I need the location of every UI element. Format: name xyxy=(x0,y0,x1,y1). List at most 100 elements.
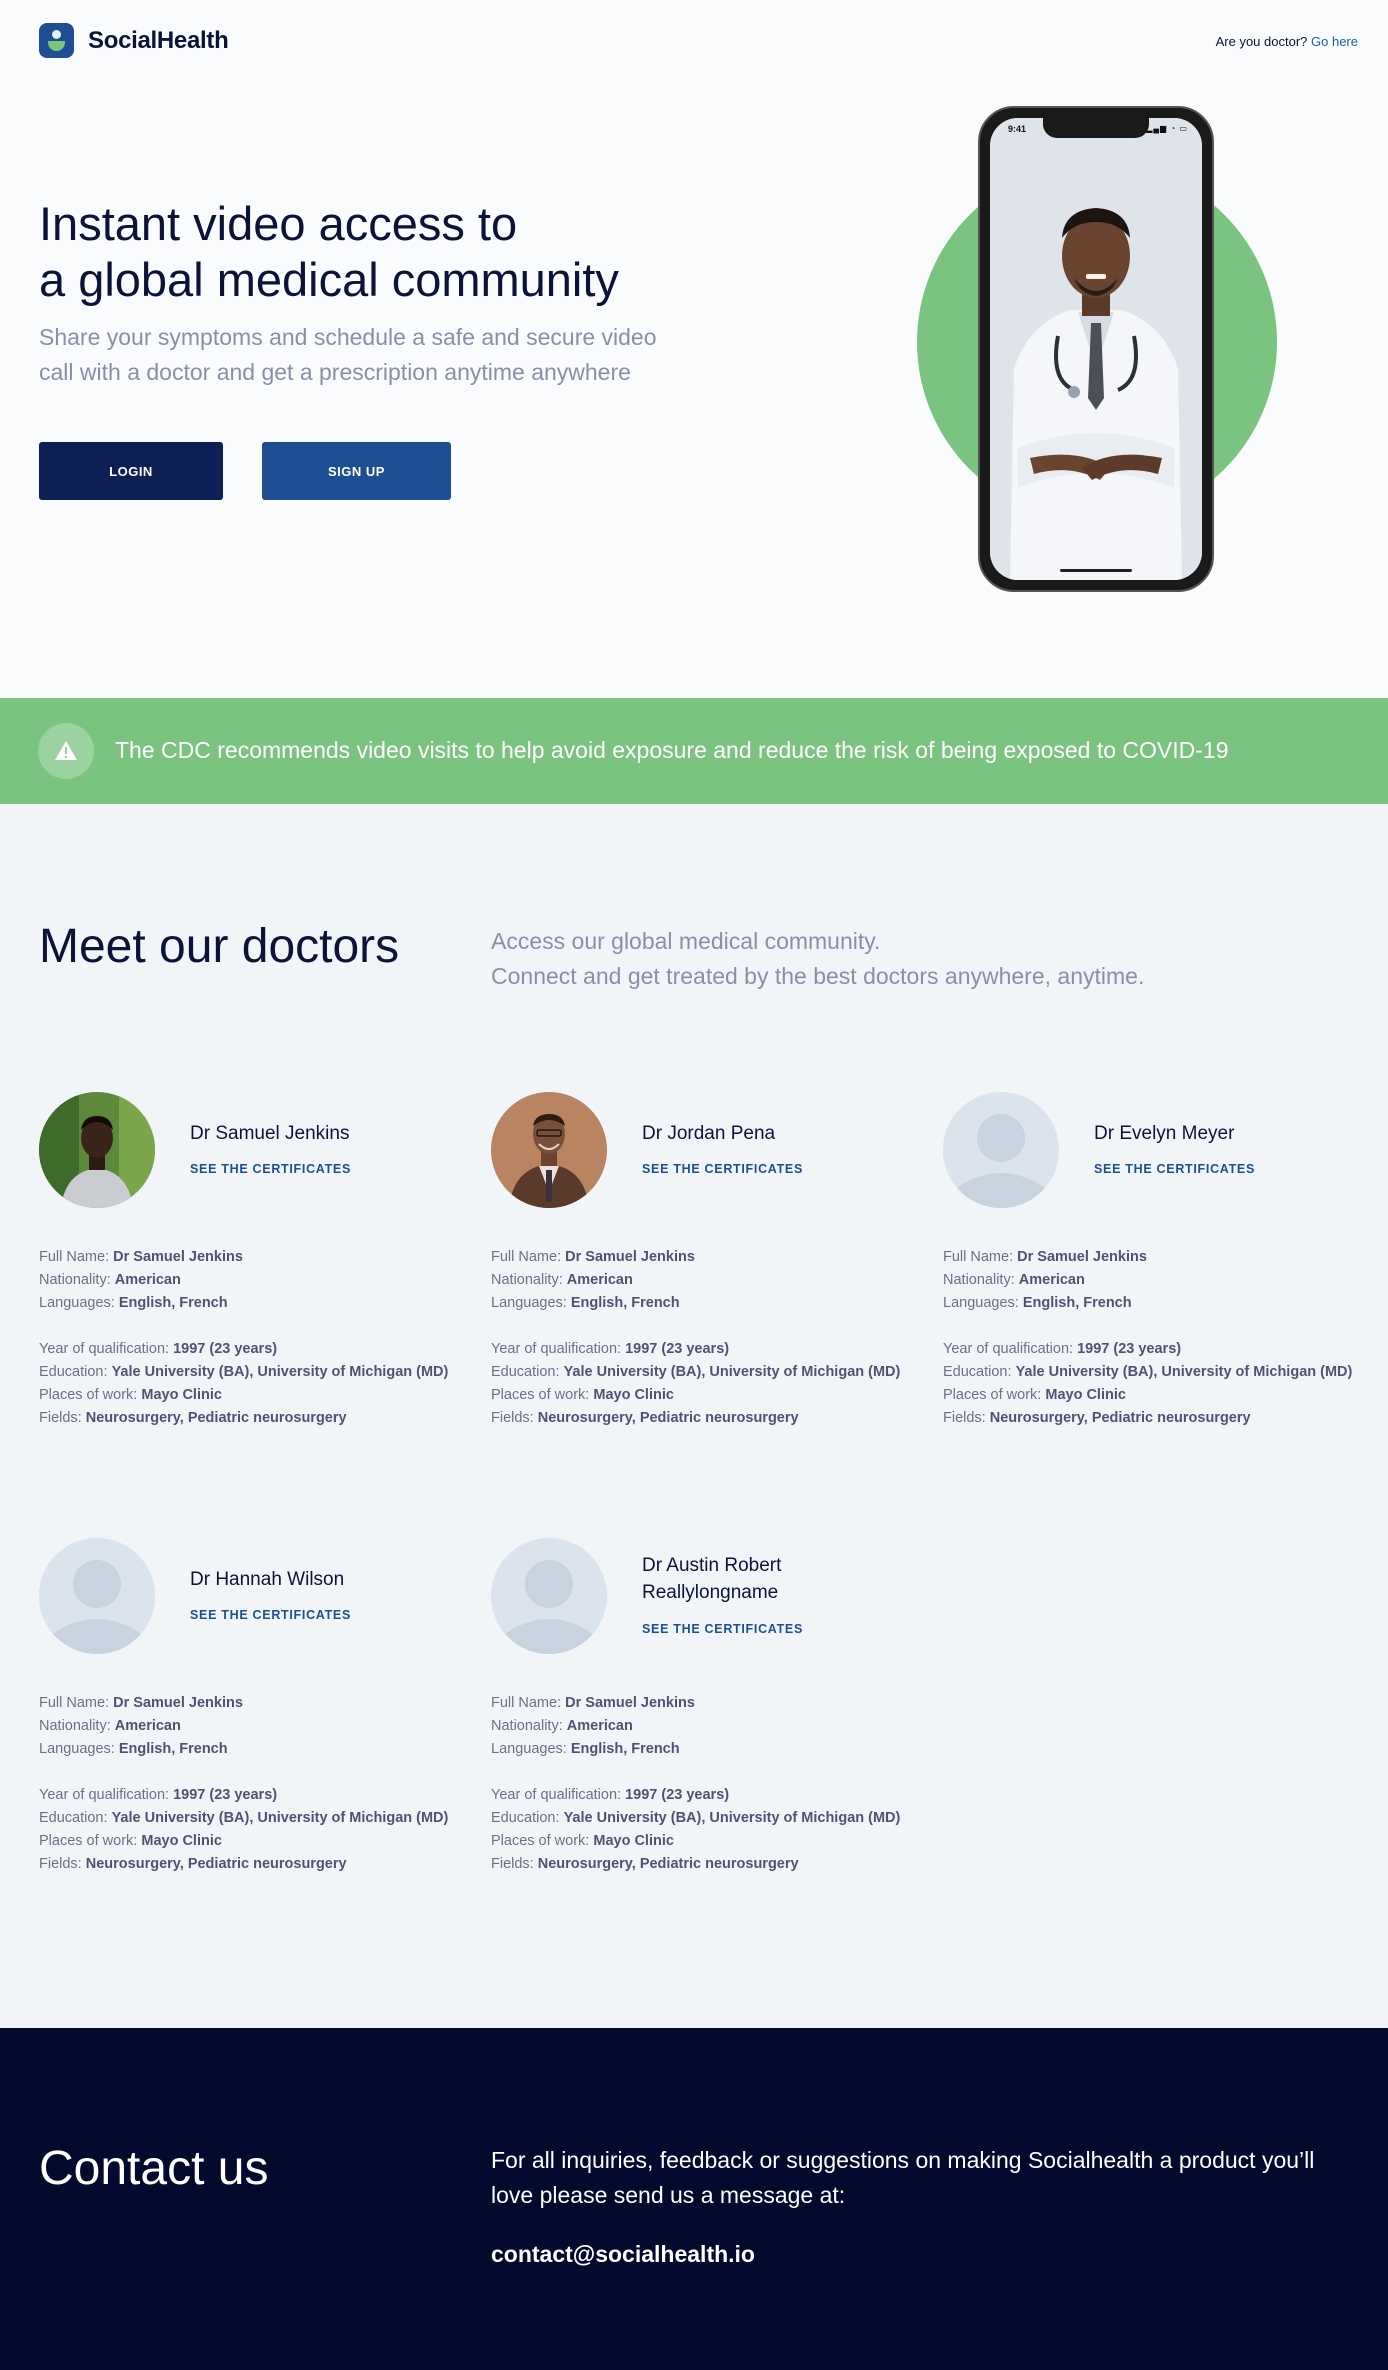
doctor-info: Full Name: Dr Samuel Jenkins Nationality… xyxy=(39,1692,509,1876)
contact-section: Contact us For all inquiries, feedback o… xyxy=(0,2028,1388,2370)
fields-row: Fields: Neurosurgery, Pediatric neurosur… xyxy=(491,1853,961,1876)
languages-row: Languages: English, French xyxy=(491,1738,961,1761)
languages-value: English, French xyxy=(118,1741,228,1757)
nationality-label: Nationality: xyxy=(39,1272,111,1288)
languages-value: English, French xyxy=(570,1295,680,1311)
fields-row: Fields: Neurosurgery, Pediatric neurosur… xyxy=(943,1407,1388,1430)
year-value: 1997 (23 years) xyxy=(173,1341,278,1357)
doctor-avatar[interactable] xyxy=(39,1538,155,1654)
languages-label: Languages: xyxy=(491,1295,567,1311)
hero-section: SocialHealth Are you doctor? Go here Ins… xyxy=(0,0,1388,698)
fields-value: Neurosurgery, Pediatric neurosurgery xyxy=(989,1410,1251,1426)
avatar-placeholder-icon xyxy=(39,1538,155,1654)
places-label: Places of work: xyxy=(39,1387,138,1403)
places-row: Places of work: Mayo Clinic xyxy=(491,1384,961,1407)
fields-label: Fields: xyxy=(39,1856,82,1872)
nationality-row: Nationality: American xyxy=(39,1269,509,1292)
doctor-avatar[interactable] xyxy=(491,1538,607,1654)
education-row: Education: Yale University (BA), Univers… xyxy=(491,1361,961,1384)
doctor-photo xyxy=(491,1092,607,1208)
doctor-info: Full Name: Dr Samuel Jenkins Nationality… xyxy=(39,1246,509,1430)
year-row: Year of qualification: 1997 (23 years) xyxy=(491,1784,961,1807)
nationality-value: American xyxy=(566,1718,633,1734)
full-name-row: Full Name: Dr Samuel Jenkins xyxy=(491,1692,961,1715)
doctor-prompt: Are you doctor? Go here xyxy=(1216,34,1358,49)
doctor-info: Full Name: Dr Samuel Jenkins Nationality… xyxy=(943,1246,1388,1430)
login-button[interactable]: LOGIN xyxy=(39,442,223,500)
brand-name: SocialHealth xyxy=(88,26,229,54)
doctor-name: Dr Austin Robert Reallylongname xyxy=(642,1555,782,1603)
languages-value: English, French xyxy=(570,1741,680,1757)
languages-value: English, French xyxy=(118,1295,228,1311)
places-row: Places of work: Mayo Clinic xyxy=(943,1384,1388,1407)
phone-notch xyxy=(1043,118,1149,138)
doctors-subtitle: Access our global medical community. Con… xyxy=(491,924,1251,994)
languages-label: Languages: xyxy=(39,1741,115,1757)
see-certificates-link[interactable]: SEE THE CERTIFICATES xyxy=(190,1608,351,1622)
year-label: Year of qualification: xyxy=(943,1341,1074,1357)
contact-email-link[interactable]: contact@socialhealth.io xyxy=(491,2241,755,2268)
phone-time: 9:41 xyxy=(1008,124,1027,134)
education-label: Education: xyxy=(39,1810,108,1826)
phone-status-icons: ▂▄▆ ◔ ▭ xyxy=(1146,124,1188,133)
education-row: Education: Yale University (BA), Univers… xyxy=(39,1361,509,1384)
languages-row: Languages: English, French xyxy=(39,1292,509,1315)
banner-text: The CDC recommends video visits to help … xyxy=(115,737,1229,763)
nationality-row: Nationality: American xyxy=(39,1715,509,1738)
year-value: 1997 (23 years) xyxy=(625,1341,730,1357)
phone-home-indicator xyxy=(1060,569,1132,572)
places-label: Places of work: xyxy=(943,1387,1042,1403)
year-row: Year of qualification: 1997 (23 years) xyxy=(491,1338,961,1361)
places-label: Places of work: xyxy=(39,1833,138,1849)
full-name-label: Full Name: xyxy=(491,1249,562,1265)
doctor-avatar[interactable] xyxy=(39,1092,155,1208)
avatar-placeholder-icon xyxy=(491,1538,607,1654)
places-value: Mayo Clinic xyxy=(141,1387,222,1403)
full-name-value: Dr Samuel Jenkins xyxy=(1017,1249,1147,1265)
year-row: Year of qualification: 1997 (23 years) xyxy=(943,1338,1388,1361)
year-value: 1997 (23 years) xyxy=(1077,1341,1182,1357)
hero-title: Instant video access to a global medical… xyxy=(39,196,739,308)
doctor-go-here-link[interactable]: Go here xyxy=(1311,34,1358,49)
languages-label: Languages: xyxy=(491,1741,567,1757)
education-label: Education: xyxy=(491,1364,560,1380)
education-value: Yale University (BA), University of Mich… xyxy=(111,1364,449,1380)
languages-row: Languages: English, French xyxy=(943,1292,1388,1315)
full-name-value: Dr Samuel Jenkins xyxy=(565,1695,695,1711)
year-value: 1997 (23 years) xyxy=(625,1787,730,1803)
signup-button[interactable]: SIGN UP xyxy=(262,442,451,500)
fields-row: Fields: Neurosurgery, Pediatric neurosur… xyxy=(39,1407,509,1430)
doctor-avatar[interactable] xyxy=(491,1092,607,1208)
places-label: Places of work: xyxy=(491,1387,590,1403)
avatar-placeholder-icon xyxy=(943,1092,1059,1208)
doctor-info: Full Name: Dr Samuel Jenkins Nationality… xyxy=(491,1246,961,1430)
fields-value: Neurosurgery, Pediatric neurosurgery xyxy=(537,1856,799,1872)
see-certificates-link[interactable]: SEE THE CERTIFICATES xyxy=(190,1162,351,1176)
places-row: Places of work: Mayo Clinic xyxy=(491,1830,961,1853)
doctor-avatar[interactable] xyxy=(943,1092,1059,1208)
covid-banner: The CDC recommends video visits to help … xyxy=(0,698,1388,804)
hero-title-line2: a global medical community xyxy=(39,253,619,306)
see-certificates-link[interactable]: SEE THE CERTIFICATES xyxy=(642,1162,803,1176)
nationality-label: Nationality: xyxy=(491,1718,563,1734)
doctor-name: Dr Jordan Pena xyxy=(642,1123,776,1144)
phone-mockup: 9:41 ▂▄▆ ◔ ▭ xyxy=(978,106,1214,592)
places-row: Places of work: Mayo Clinic xyxy=(39,1384,509,1407)
full-name-row: Full Name: Dr Samuel Jenkins xyxy=(943,1246,1388,1269)
education-value: Yale University (BA), University of Mich… xyxy=(563,1364,901,1380)
hero-subtitle: Share your symptoms and schedule a safe … xyxy=(39,324,657,385)
doctor-photo xyxy=(990,118,1202,580)
nationality-value: American xyxy=(114,1272,181,1288)
doctor-photo xyxy=(39,1092,155,1208)
see-certificates-link[interactable]: SEE THE CERTIFICATES xyxy=(642,1622,803,1636)
fields-row: Fields: Neurosurgery, Pediatric neurosur… xyxy=(39,1853,509,1876)
full-name-row: Full Name: Dr Samuel Jenkins xyxy=(39,1692,509,1715)
education-row: Education: Yale University (BA), Univers… xyxy=(491,1807,961,1830)
nationality-value: American xyxy=(114,1718,181,1734)
see-certificates-link[interactable]: SEE THE CERTIFICATES xyxy=(1094,1162,1255,1176)
doctors-title: Meet our doctors xyxy=(39,920,400,973)
fields-label: Fields: xyxy=(943,1410,986,1426)
logo[interactable]: SocialHealth xyxy=(39,23,229,58)
places-value: Mayo Clinic xyxy=(593,1833,674,1849)
languages-label: Languages: xyxy=(943,1295,1019,1311)
